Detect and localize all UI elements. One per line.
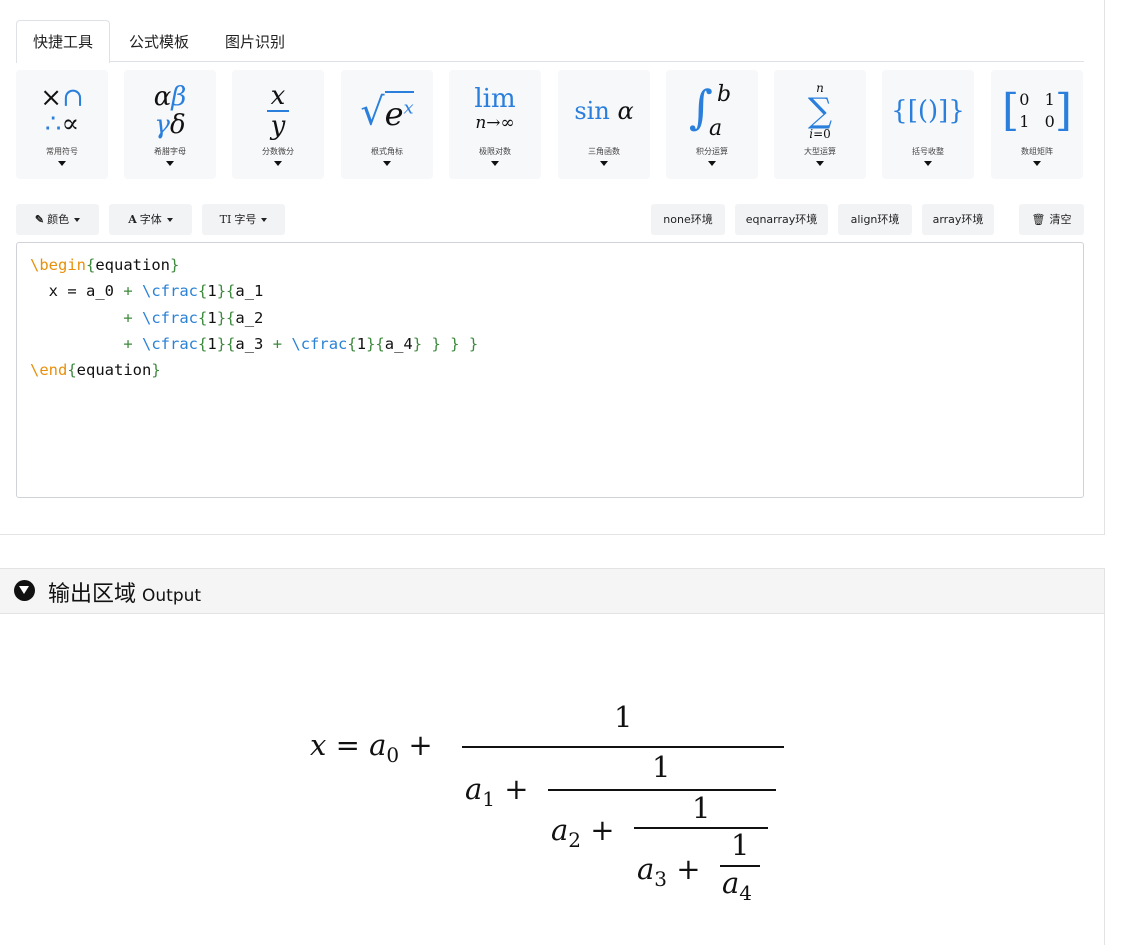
caret-down-icon xyxy=(600,161,608,166)
clear-button[interactable]: 🗑 清空 xyxy=(1019,204,1084,235)
tab-formula-templates[interactable]: 公式模板 xyxy=(112,20,206,62)
caret-down-icon xyxy=(708,161,716,166)
tool-label: 数组矩阵 xyxy=(1021,147,1053,156)
radical-icon: √ex xyxy=(360,89,414,134)
tool-common-symbols[interactable]: ×∩ ∴∝ 常用符号 xyxy=(16,70,108,179)
text-size-icon: TI xyxy=(219,213,232,226)
tab-image-recognition[interactable]: 图片识别 xyxy=(208,20,302,62)
caret-down-icon xyxy=(1033,161,1041,166)
align-env-button[interactable]: align环境 xyxy=(838,204,912,235)
caret-down-icon xyxy=(383,161,391,166)
collapse-toggle-icon[interactable] xyxy=(14,580,35,601)
formula-numerator: 1 xyxy=(692,791,711,825)
formula-term: a1 + xyxy=(465,772,529,811)
tool-label: 分数微分 xyxy=(262,147,294,156)
tool-sum[interactable]: n ∑ i=0 大型运算 xyxy=(774,70,866,179)
fraction-bar xyxy=(548,789,776,791)
formula-numerator: 1 xyxy=(731,828,750,862)
fraction-bar xyxy=(462,746,784,748)
tool-label: 三角函数 xyxy=(588,147,620,156)
tool-label: 大型运算 xyxy=(804,147,836,156)
formula-lhs: x = a0 + xyxy=(310,728,433,767)
code-line: \end{equation} xyxy=(30,361,161,380)
tool-trig[interactable]: sin α 三角函数 xyxy=(558,70,650,179)
code-line: \begin{equation} xyxy=(30,256,180,274)
brackets-icon: {[()]} xyxy=(891,96,965,126)
tool-brackets[interactable]: {[()]} 括号收整 xyxy=(882,70,974,179)
tool-limit[interactable]: lim n→∞ 极限对数 xyxy=(449,70,541,179)
output-title: 输出区域 Output xyxy=(48,582,202,607)
limit-icon: lim n→∞ xyxy=(474,84,516,133)
greek-letters-icon: αβ γδ xyxy=(153,82,187,140)
caret-down-icon xyxy=(491,161,499,166)
tool-fraction[interactable]: x y 分数微分 xyxy=(232,70,324,179)
formula-numerator: 1 xyxy=(652,750,671,784)
caret-down-icon xyxy=(166,161,174,166)
formula-numerator: 1 xyxy=(614,700,633,734)
formula-term: a3 + xyxy=(637,852,701,891)
tab-quick-tools[interactable]: 快捷工具 xyxy=(16,20,111,63)
editor-toolbar: ✎ 颜色 A 字体 TI 字号 none环境 eqnarray环境 align环境 a… xyxy=(16,204,1084,236)
integral-icon: ∫ b a xyxy=(689,80,732,141)
code-line: + \cfrac{1}{a_3 + \cfrac{1}{a_4} } } } xyxy=(123,334,479,353)
caret-down-icon xyxy=(166,218,173,222)
tool-label: 积分运算 xyxy=(696,147,728,156)
font-dropdown[interactable]: A 字体 xyxy=(109,204,192,235)
font-size-dropdown[interactable]: TI 字号 xyxy=(202,204,285,235)
tool-radical[interactable]: √ex 根式角标 xyxy=(341,70,433,179)
caret-down-icon xyxy=(58,161,66,166)
tool-integral[interactable]: ∫ b a 积分运算 xyxy=(666,70,758,179)
code-line: + \cfrac{1}{a_2 xyxy=(123,308,264,327)
tool-palette: ×∩ ∴∝ 常用符号 αβ γδ 希腊字母 x y 分数微分 √ex 根式角标 … xyxy=(16,70,1084,179)
tool-matrix[interactable]: [ 0 1 1 0 ] 数组矩阵 xyxy=(991,70,1083,179)
font-icon: A xyxy=(128,213,137,226)
color-dropdown[interactable]: ✎ 颜色 xyxy=(16,204,99,235)
tool-greek-letters[interactable]: αβ γδ 希腊字母 xyxy=(124,70,216,179)
trash-icon: 🗑 xyxy=(1031,213,1046,226)
formula-term: a2 + xyxy=(551,813,615,852)
output-area: x = a0 + 1 a1 + 1 a2 + 1 a3 + 1 a4 xyxy=(0,614,1105,945)
caret-down-icon xyxy=(274,161,282,166)
input-panel: 快捷工具 公式模板 图片识别 ×∩ ∴∝ 常用符号 αβ γδ 希腊字母 x y… xyxy=(0,0,1105,535)
caret-down-icon xyxy=(816,161,824,166)
caret-down-icon xyxy=(74,218,81,222)
eqnarray-env-button[interactable]: eqnarray环境 xyxy=(735,204,828,235)
matrix-icon: [ 0 1 1 0 ] xyxy=(1002,85,1072,136)
brush-icon: ✎ xyxy=(34,213,45,226)
latex-editor[interactable]: \begin{equation} x = a_0 + \cfrac{1}{a_1… xyxy=(16,242,1084,498)
tool-label: 根式角标 xyxy=(371,147,403,156)
tool-label: 括号收整 xyxy=(912,147,944,156)
caret-down-icon xyxy=(924,161,932,166)
tool-label: 极限对数 xyxy=(479,147,511,156)
sum-icon: n ∑ i=0 xyxy=(807,81,833,141)
tool-label: 常用符号 xyxy=(46,147,78,156)
code-line: x = a_0 + \cfrac{1}{a_1 xyxy=(30,282,264,301)
symbols-icon: ×∩ ∴∝ xyxy=(40,83,84,139)
formula-denominator: a4 xyxy=(722,866,753,905)
none-env-button[interactable]: none环境 xyxy=(651,204,725,235)
caret-down-icon xyxy=(261,218,268,222)
fraction-icon: x y xyxy=(232,76,324,146)
tab-bar: 快捷工具 公式模板 图片识别 xyxy=(16,20,1084,63)
output-header[interactable]: 输出区域 Output xyxy=(0,568,1105,614)
trig-icon: sin α xyxy=(574,97,634,125)
array-env-button[interactable]: array环境 xyxy=(922,204,994,235)
tool-label: 希腊字母 xyxy=(154,147,186,156)
